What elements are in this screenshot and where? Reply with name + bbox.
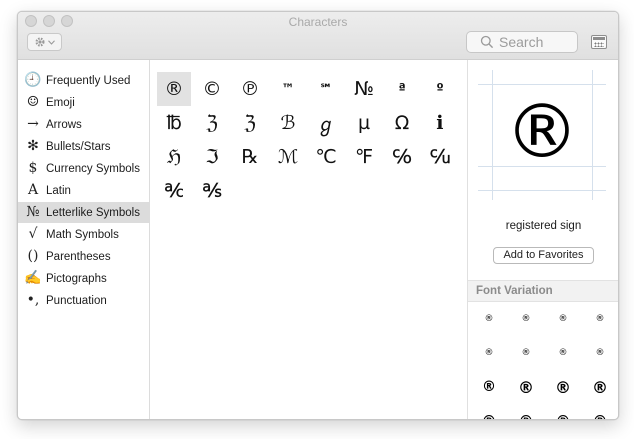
- character-cell[interactable]: ℌ: [157, 140, 191, 174]
- sidebar-item-label: Pictographs: [46, 272, 107, 285]
- font-variation-cell[interactable]: ®: [548, 304, 578, 334]
- sidebar-item-label: Latin: [46, 184, 71, 197]
- category-icon: √: [28, 226, 38, 242]
- window-title: Characters: [288, 15, 348, 29]
- search-field[interactable]: [466, 31, 578, 53]
- character-cell[interactable]: ℞: [233, 140, 267, 174]
- category-icon: A: [27, 182, 39, 198]
- font-variation-cell[interactable]: ®: [585, 406, 615, 419]
- font-variation-header: Font Variation: [468, 280, 618, 302]
- character-cell[interactable]: µ: [347, 106, 381, 140]
- font-variation-cell[interactable]: ®: [474, 372, 504, 402]
- font-variation-cell[interactable]: ®: [548, 372, 578, 402]
- keyboard-viewer-button[interactable]: [591, 35, 607, 49]
- character-cell[interactable]: ©: [195, 72, 229, 106]
- sidebar-item-label: Arrows: [46, 118, 82, 131]
- sidebar-item-emoji[interactable]: ☺ Emoji: [18, 92, 150, 113]
- character-cell[interactable]: ℠: [309, 72, 343, 106]
- sidebar-item-latin[interactable]: A Latin: [18, 180, 150, 201]
- sidebar-item-currency-symbols[interactable]: $ Currency Symbols: [18, 158, 150, 179]
- font-variation-cell[interactable]: ®: [585, 338, 615, 368]
- character-cell[interactable]: ℨ: [233, 106, 267, 140]
- character-cell[interactable]: ™: [271, 72, 305, 106]
- sidebar-item-letterlike-symbols[interactable]: № Letterlike Symbols: [18, 202, 150, 223]
- search-icon: [480, 35, 494, 54]
- sidebar-item-label: Parentheses: [46, 250, 111, 263]
- font-variation-cell[interactable]: ®: [511, 338, 541, 368]
- font-variation-cell[interactable]: ®: [585, 304, 615, 334]
- sidebar-item-label: Math Symbols: [46, 228, 119, 241]
- character-cell[interactable]: Ω: [385, 106, 419, 140]
- character-cell[interactable]: ℹ: [423, 106, 457, 140]
- font-variation-cell[interactable]: ®: [548, 338, 578, 368]
- font-variation-cell[interactable]: ®: [511, 406, 541, 419]
- font-variation-label: Font Variation: [476, 285, 553, 297]
- character-inspector: ® registered sign Add to Favorites Font …: [467, 60, 618, 419]
- character-cell[interactable]: ℔: [157, 106, 191, 140]
- action-menu-button[interactable]: [27, 33, 62, 51]
- category-icon: ☺: [26, 94, 40, 110]
- sidebar-item-bullets-stars[interactable]: ✻ Bullets/Stars: [18, 136, 150, 157]
- character-cell[interactable]: ℆: [423, 140, 457, 174]
- keyboard-icon: [593, 37, 605, 40]
- character-cell[interactable]: º: [423, 72, 457, 106]
- font-variation-cell[interactable]: ®: [474, 304, 504, 334]
- characters-window: Characters 🕘 Frequently Used ☺ Emoji → Arrows…: [17, 11, 619, 420]
- font-variation-cell[interactable]: ®: [585, 372, 615, 402]
- sidebar-item-label: Bullets/Stars: [46, 140, 111, 153]
- category-icon: ✍: [24, 270, 42, 286]
- glyph-preview: ®: [478, 70, 606, 200]
- sidebar-item-parentheses[interactable]: () Parentheses: [18, 246, 150, 267]
- character-cell[interactable]: ®: [157, 72, 191, 106]
- sidebar-item-label: Emoji: [46, 96, 75, 109]
- character-cell[interactable]: ª: [385, 72, 419, 106]
- sidebar-item-label: Punctuation: [46, 294, 107, 307]
- font-variation-cell[interactable]: ®: [548, 406, 578, 419]
- character-grid: ® © ℗ ™ ℠ № ª º ℔ ℨ ℨ ℬℊ µ Ωℹ ℌ ℑ ℞ ℳ ℃ ℉ ℅ ℆ ℀ ℁: [151, 60, 466, 419]
- sidebar-item-label: Letterlike Symbols: [46, 206, 140, 219]
- sidebar-item-pictographs[interactable]: ✍ Pictographs: [18, 268, 150, 289]
- sidebar-item-label: Frequently Used: [46, 74, 131, 87]
- font-variation-cell[interactable]: ®: [474, 406, 504, 419]
- category-icon: $: [28, 160, 38, 176]
- character-cell[interactable]: ℑ: [195, 140, 229, 174]
- character-cell[interactable]: №: [347, 72, 381, 106]
- font-variation-cell[interactable]: ®: [511, 372, 541, 402]
- character-cell[interactable]: ℁: [195, 174, 229, 208]
- character-name: registered sign: [505, 220, 582, 232]
- character-cell[interactable]: ℀: [157, 174, 191, 208]
- sidebar-item-label: Currency Symbols: [46, 162, 140, 175]
- character-cell[interactable]: ℳ: [271, 140, 305, 174]
- character-cell[interactable]: ℬ: [271, 106, 305, 140]
- character-cell[interactable]: ℗: [233, 72, 267, 106]
- category-icon: №: [26, 204, 40, 220]
- category-icon: (): [27, 248, 39, 264]
- sidebar-item-frequently-used[interactable]: 🕘 Frequently Used: [18, 70, 150, 91]
- character-cell[interactable]: ℅: [385, 140, 419, 174]
- sidebar-item-math-symbols[interactable]: √ Math Symbols: [18, 224, 150, 245]
- category-icon: ✻: [27, 138, 39, 154]
- category-sidebar: 🕘 Frequently Used ☺ Emoji → Arrows ✻ Bullets/St…: [18, 60, 150, 419]
- character-cell[interactable]: ℉: [347, 140, 381, 174]
- category-icon: •,: [26, 292, 40, 308]
- chevron-down-icon: [48, 39, 55, 45]
- font-variation-cell[interactable]: ®: [474, 338, 504, 368]
- character-cell[interactable]: ℨ: [195, 106, 229, 140]
- sidebar-item-punctuation[interactable]: •, Punctuation: [18, 290, 150, 311]
- title-bar: Characters: [18, 12, 618, 60]
- font-variation-cell[interactable]: ®: [511, 304, 541, 334]
- category-icon: 🕘: [24, 72, 42, 88]
- search-input[interactable]: [499, 33, 575, 51]
- sidebar-item-arrows[interactable]: → Arrows: [18, 114, 150, 135]
- category-icon: →: [27, 116, 39, 132]
- add-to-favorites-button[interactable]: Add to Favorites: [493, 247, 594, 264]
- character-cell[interactable]: ℊ: [309, 106, 343, 140]
- gear-icon: [34, 36, 46, 48]
- preview-glyph: ®: [505, 89, 579, 175]
- character-cell[interactable]: ℃: [309, 140, 343, 174]
